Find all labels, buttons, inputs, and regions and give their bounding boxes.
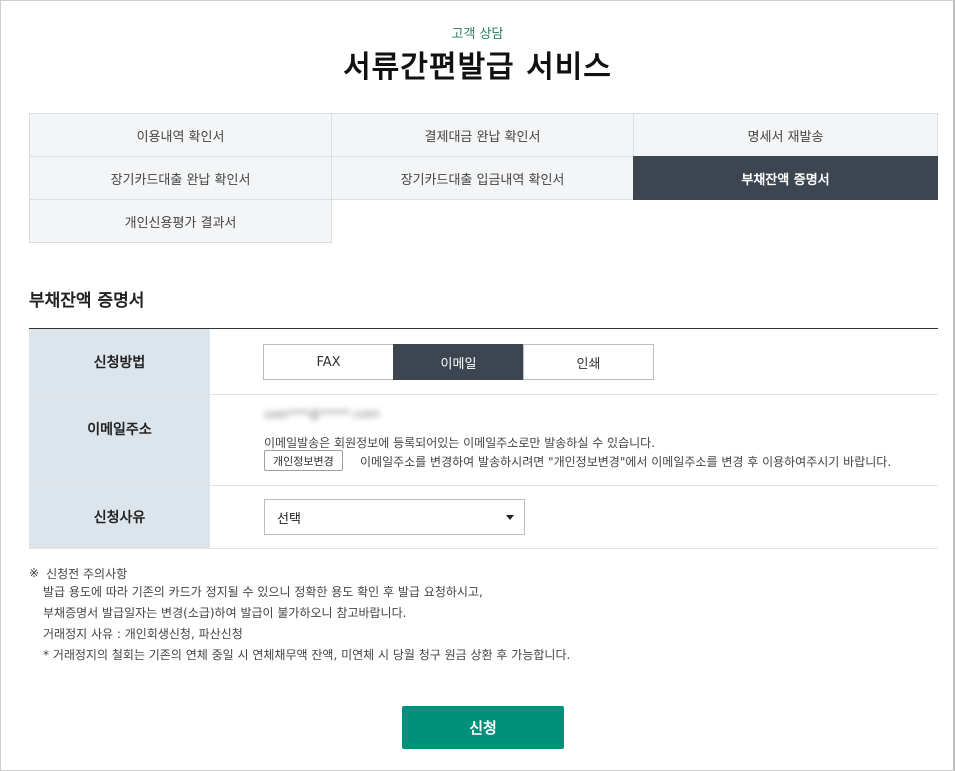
- application-form: 신청방법 FAX 이메일 인쇄 이메일주소 user***@*****.com …: [29, 328, 938, 549]
- notice-block: ※ 신청전 주의사항 발급 용도에 따라 기존의 카드가 정지될 수 있으니 정…: [29, 564, 570, 666]
- reason-select-value: 선택: [277, 511, 301, 527]
- method-segmented-control: FAX 이메일 인쇄: [263, 344, 654, 380]
- notice-line: 발급 용도에 따라 기존의 카드가 정지될 수 있으니 정확한 용도 확인 후 …: [43, 585, 483, 599]
- page-title: 서류간편발급 서비스: [343, 50, 612, 85]
- tab-loan-deposit-history[interactable]: 장기카드대출 입금내역 확인서: [331, 156, 634, 200]
- email-label: 이메일주소: [29, 395, 210, 485]
- notice-line: * 거래정지의 철회는 기존의 연체 중일 시 연체채무액 잔액, 미연체 시 …: [43, 648, 571, 662]
- row-reason: 신청사유 선택: [29, 486, 938, 549]
- profile-change-note: 이메일주소를 변경하여 발송하시려면 "개인정보변경"에서 이메일주소를 변경 …: [360, 455, 892, 469]
- reason-select[interactable]: 선택: [264, 499, 525, 535]
- notice-line: 부채증명서 발급일자는 변경(소급)하여 발급이 불가하오니 참고바랍니다.: [43, 606, 407, 620]
- tab-usage-confirmation[interactable]: 이용내역 확인서: [29, 113, 332, 157]
- email-note: 이메일발송은 회원정보에 등록되어있는 이메일주소로만 발송하실 수 있습니다.: [264, 436, 656, 450]
- page-eyebrow: 고객 상담: [451, 27, 504, 42]
- reference-mark-icon: ※: [29, 566, 40, 580]
- reason-label: 신청사유: [29, 486, 210, 548]
- row-method: 신청방법 FAX 이메일 인쇄: [29, 329, 938, 395]
- method-print-button[interactable]: 인쇄: [523, 344, 654, 380]
- method-email-button[interactable]: 이메일: [393, 344, 524, 380]
- section-title: 부채잔액 증명서: [29, 291, 145, 311]
- tab-statement-resend[interactable]: 명세서 재발송: [633, 113, 938, 157]
- method-fax-button[interactable]: FAX: [263, 344, 394, 380]
- caret-down-icon: [506, 515, 514, 520]
- tab-debt-balance[interactable]: 부채잔액 증명서: [633, 156, 938, 200]
- tab-credit-report[interactable]: 개인신용평가 결과서: [29, 199, 332, 243]
- tab-loan-completion[interactable]: 장기카드대출 완납 확인서: [29, 156, 332, 200]
- method-label: 신청방법: [29, 329, 210, 394]
- email-address-masked: user***@*****.com: [264, 407, 380, 421]
- submit-button[interactable]: 신청: [402, 706, 564, 749]
- profile-change-button[interactable]: 개인정보변경: [264, 450, 343, 471]
- row-email: 이메일주소 user***@*****.com 이메일발송은 회원정보에 등록되…: [29, 395, 938, 486]
- notice-title: 신청전 주의사항: [46, 566, 128, 581]
- notice-heading: ※ 신청전 주의사항: [29, 564, 570, 582]
- tab-payment-completion[interactable]: 결제대금 완납 확인서: [331, 113, 634, 157]
- notice-line: 거래정지 사유 : 개인회생신청, 파산신청: [43, 627, 243, 641]
